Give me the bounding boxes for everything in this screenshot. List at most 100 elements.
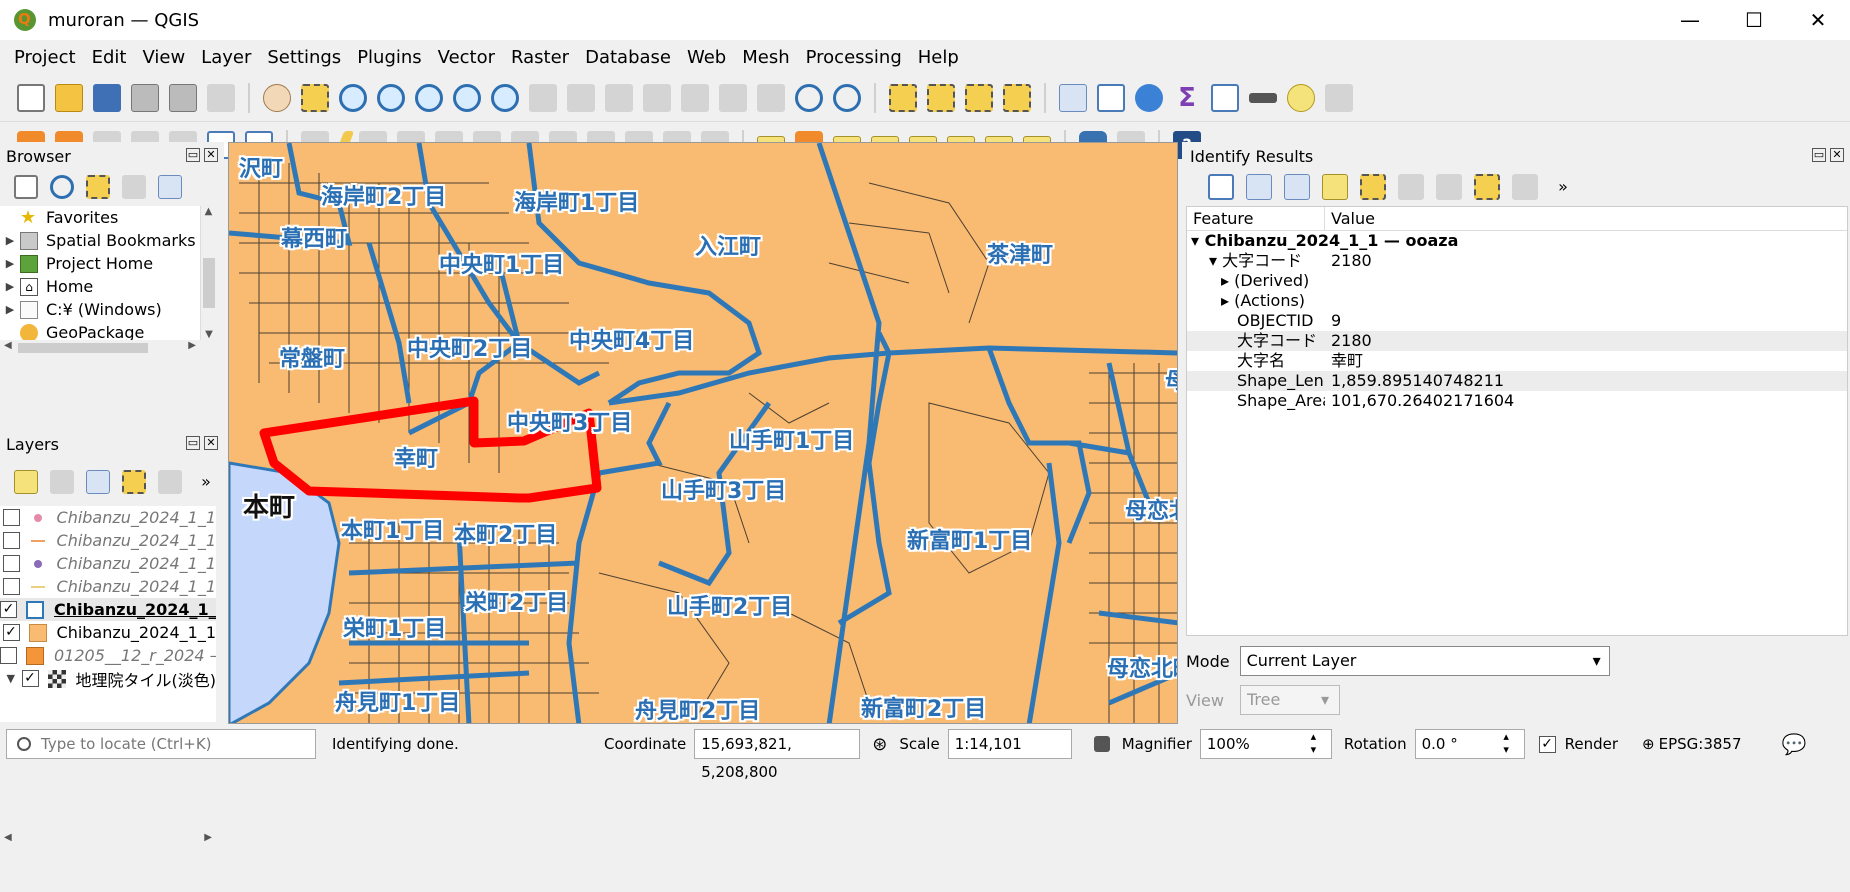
measure-line-icon[interactable] xyxy=(1249,92,1277,103)
pan-to-selection-icon[interactable] xyxy=(301,83,329,112)
messages-bubble-icon[interactable]: 💬 xyxy=(1782,732,1807,756)
view-dropdown[interactable]: Tree xyxy=(1239,685,1340,715)
menu-mesh[interactable]: Mesh xyxy=(734,47,797,68)
collapse-tree-icon[interactable] xyxy=(1284,174,1310,200)
layer-visibility-checkbox[interactable]: ✓ xyxy=(21,670,39,687)
layout-manager-icon[interactable] xyxy=(169,83,197,112)
manage-visibility-eye-icon[interactable] xyxy=(86,470,110,494)
identify-row[interactable]: ▸ (Actions) xyxy=(1187,291,1847,311)
style-manager-icon[interactable] xyxy=(207,83,235,112)
identify-row[interactable]: ▾ Chibanzu_2024_1_1 — ooaza xyxy=(1187,231,1847,251)
layer-row[interactable]: 01205__12_r_2024 — xyxy=(0,644,216,667)
maximize-button[interactable]: ☐ xyxy=(1722,0,1786,40)
toggle-extents-icon[interactable]: ⊛ xyxy=(872,734,887,755)
menu-edit[interactable]: Edit xyxy=(84,47,135,68)
layer-row[interactable]: ▼ ✓ 地理院タイル(淡色) xyxy=(0,667,216,690)
browser-item-geopackage[interactable]: GeoPackage xyxy=(0,321,216,340)
map-canvas[interactable]: 沢町 海岸町2丁目 海岸町1丁目 幕西町 中央町1丁目 入江町 茶津町 常盤町 … xyxy=(228,142,1178,724)
properties-icon[interactable] xyxy=(158,175,182,199)
identify-row[interactable]: Shape_Len... 1,859.895140748211 xyxy=(1187,371,1847,391)
layer-row[interactable]: Chibanzu_2024_1_1 xyxy=(0,575,216,598)
magnifier-spinbox[interactable]: 100% xyxy=(1199,729,1332,759)
menu-vector[interactable]: Vector xyxy=(430,47,503,68)
layer-visibility-checkbox[interactable] xyxy=(2,532,20,549)
print-response-icon[interactable] xyxy=(1436,174,1462,200)
layer-visibility-checkbox[interactable]: ✓ xyxy=(0,601,17,618)
collapse-all-icon[interactable] xyxy=(122,175,146,199)
show-bookmarks-icon[interactable] xyxy=(757,83,785,112)
pan-map-icon[interactable] xyxy=(263,83,291,112)
close-panel-icon[interactable]: ✕ xyxy=(204,148,218,162)
open-project-icon[interactable] xyxy=(55,83,83,112)
zoom-in-icon[interactable] xyxy=(339,83,367,112)
filter-expression-icon[interactable] xyxy=(158,470,182,494)
copy-feature-icon[interactable] xyxy=(1398,174,1424,200)
float-panel-icon[interactable]: ▭ xyxy=(186,148,200,162)
close-button[interactable]: ✕ xyxy=(1786,0,1850,40)
menu-raster[interactable]: Raster xyxy=(503,47,577,68)
new-3d-view-icon[interactable] xyxy=(681,83,709,112)
menu-view[interactable]: View xyxy=(134,47,193,68)
new-print-layout-icon[interactable] xyxy=(131,83,159,112)
zoom-full-icon[interactable] xyxy=(415,83,443,112)
temporal-controller-icon[interactable] xyxy=(795,83,823,112)
layer-row[interactable]: Chibanzu_2024_1_1 xyxy=(0,552,216,575)
add-selected-layers-icon[interactable] xyxy=(14,175,38,199)
new-project-icon[interactable] xyxy=(17,83,45,112)
browser-horizontal-scrollbar[interactable]: ◀ ▶ xyxy=(0,340,216,356)
identify-selection-mode-icon[interactable] xyxy=(1474,174,1500,200)
statistics-sigma-icon[interactable]: Σ xyxy=(1173,84,1201,112)
new-map-view-icon[interactable] xyxy=(643,83,671,112)
layer-visibility-checkbox[interactable] xyxy=(2,578,20,595)
identify-row[interactable]: ▾ 大字コード 2180 xyxy=(1187,251,1847,271)
menu-processing[interactable]: Processing xyxy=(798,47,910,68)
menu-help[interactable]: Help xyxy=(910,47,967,68)
minimize-button[interactable]: — xyxy=(1658,0,1722,40)
open-field-calculator-icon[interactable] xyxy=(1211,83,1239,112)
close-panel-icon[interactable]: ✕ xyxy=(1830,148,1844,162)
zoom-native-icon[interactable] xyxy=(529,83,557,112)
menu-web[interactable]: Web xyxy=(679,47,734,68)
save-project-icon[interactable] xyxy=(93,83,121,112)
browser-vertical-scrollbar[interactable]: ▲ ▼ xyxy=(200,206,216,340)
attribute-table-icon[interactable] xyxy=(1097,83,1125,112)
browser-item-drive[interactable]: ▶ C:¥ (Windows) xyxy=(0,298,216,321)
expand-tree-icon[interactable] xyxy=(1246,174,1272,200)
new-bookmark-icon[interactable] xyxy=(719,83,747,112)
identify-row[interactable]: ▸ (Derived) xyxy=(1187,271,1847,291)
identify-row[interactable]: 大字名 幸町 xyxy=(1187,351,1847,371)
zoom-to-selection-icon[interactable] xyxy=(453,83,481,112)
zoom-next-icon[interactable] xyxy=(605,83,633,112)
layer-visibility-checkbox[interactable] xyxy=(0,647,17,664)
zoom-to-layer-icon[interactable] xyxy=(491,83,519,112)
identify-row[interactable]: OBJECTID 9 xyxy=(1187,311,1847,331)
more-chevron-icon[interactable]: » xyxy=(1550,174,1576,200)
more-chevron-icon[interactable]: » xyxy=(194,470,218,494)
layer-visibility-checkbox[interactable] xyxy=(2,509,20,526)
crs-indicator[interactable]: EPSG:3857 xyxy=(1659,735,1742,753)
filter-browser-icon[interactable] xyxy=(86,175,110,199)
layer-visibility-checkbox[interactable] xyxy=(2,555,20,572)
menu-plugins[interactable]: Plugins xyxy=(349,47,429,68)
render-checkbox[interactable]: ✓ xyxy=(1538,735,1556,753)
menu-project[interactable]: Project xyxy=(6,47,84,68)
identify-row[interactable]: Shape_Area 101,670.26402171604 xyxy=(1187,391,1847,411)
clear-results-icon[interactable] xyxy=(1360,174,1386,200)
lock-scale-icon[interactable] xyxy=(1093,736,1110,752)
layers-horizontal-scrollbar[interactable]: ◀ ▶ xyxy=(0,832,216,848)
identify-features-icon[interactable] xyxy=(1059,83,1087,112)
layer-row[interactable]: Chibanzu_2024_1_1 xyxy=(0,506,216,529)
value-column-header[interactable]: Value xyxy=(1325,207,1375,230)
select-by-value-icon[interactable] xyxy=(927,83,955,112)
zoom-last-icon[interactable] xyxy=(567,83,595,112)
map-tips-icon[interactable] xyxy=(1287,83,1315,112)
deselect-features-icon[interactable] xyxy=(965,83,993,112)
close-panel-icon[interactable]: ✕ xyxy=(204,436,218,450)
expand-new-results-icon[interactable] xyxy=(1322,174,1348,200)
menu-database[interactable]: Database xyxy=(577,47,679,68)
menu-settings[interactable]: Settings xyxy=(259,47,349,68)
select-location-icon[interactable] xyxy=(1003,83,1031,112)
menu-layer[interactable]: Layer xyxy=(193,47,259,68)
select-features-icon[interactable] xyxy=(889,83,917,112)
browser-item-favorites[interactable]: ★ Favorites xyxy=(0,206,216,229)
